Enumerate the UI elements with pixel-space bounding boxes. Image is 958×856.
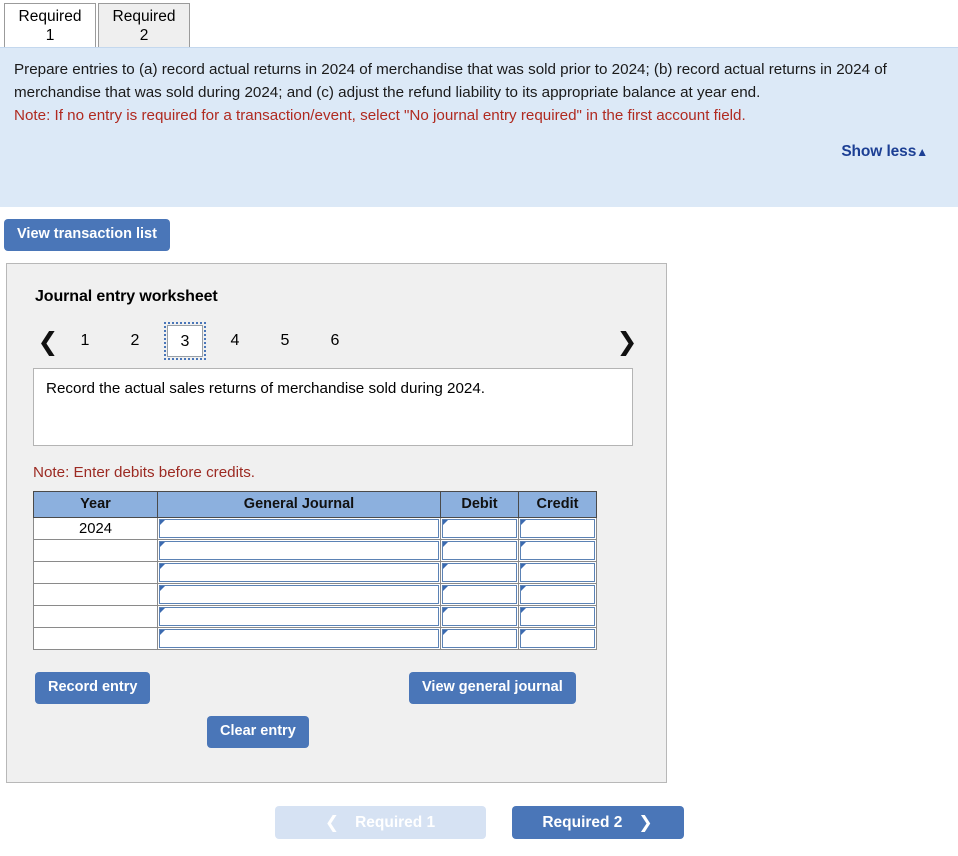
debits-before-credits-note: Note: Enter debits before credits.	[33, 464, 256, 481]
cell-debit	[440, 539, 519, 562]
pager-next-icon[interactable]: ❯	[614, 329, 640, 354]
column-header-year: Year	[33, 491, 158, 518]
cell-year	[33, 583, 158, 606]
cell-year	[33, 561, 158, 584]
cell-year: 2024	[33, 517, 158, 540]
journal-table-header-row: Year General Journal Debit Credit	[33, 491, 597, 518]
general-journal-input[interactable]	[159, 563, 439, 582]
nav-required-1-label: Required 1	[355, 813, 436, 831]
required-tab-bar: Required 1 Required 2	[0, 0, 958, 47]
pager-page-1[interactable]: 1	[67, 325, 103, 357]
tab-required-1[interactable]: Required 1	[4, 3, 96, 47]
cell-credit	[518, 583, 597, 606]
cell-credit	[518, 539, 597, 562]
debit-input[interactable]	[442, 519, 517, 538]
table-row: 2024	[33, 517, 597, 540]
credit-input[interactable]	[520, 585, 595, 604]
credit-input[interactable]	[520, 629, 595, 648]
debit-input[interactable]	[442, 629, 517, 648]
credit-input[interactable]	[520, 519, 595, 538]
general-journal-input[interactable]	[159, 585, 439, 604]
journal-entry-table: Year General Journal Debit Credit 2024	[33, 491, 597, 650]
cell-credit	[518, 561, 597, 584]
instructions-panel: Prepare entries to (a) record actual ret…	[0, 47, 958, 207]
nav-required-2-button[interactable]: Required 2 ❯	[511, 806, 684, 839]
cell-credit	[518, 517, 597, 540]
debit-input[interactable]	[442, 607, 517, 626]
caret-up-icon: ▲	[916, 144, 928, 159]
tab-required-2[interactable]: Required 2	[98, 3, 190, 47]
cell-general-journal	[157, 605, 441, 628]
table-row	[33, 627, 597, 650]
cell-debit	[440, 517, 519, 540]
view-transaction-list-button[interactable]: View transaction list	[4, 219, 170, 251]
clear-entry-button[interactable]: Clear entry	[207, 716, 309, 748]
cell-debit	[440, 627, 519, 650]
view-general-journal-button[interactable]: View general journal	[409, 672, 576, 704]
instructions-note: Note: If no entry is required for a tran…	[14, 107, 746, 124]
journal-entry-worksheet-panel: Journal entry worksheet ❮ 1 2 3 4 5 6 ❯ …	[6, 263, 667, 783]
cell-year	[33, 627, 158, 650]
cell-general-journal	[157, 561, 441, 584]
table-row	[33, 539, 597, 562]
worksheet-action-buttons: Record entry View general journal Clear …	[33, 672, 642, 756]
column-header-general-journal: General Journal	[157, 491, 441, 518]
nav-required-1-button[interactable]: ❮ Required 1	[274, 806, 486, 839]
tab-required-2-label-line2: 2	[139, 27, 149, 44]
debit-input[interactable]	[442, 585, 517, 604]
worksheet-title: Journal entry worksheet	[35, 288, 218, 305]
credit-input[interactable]	[520, 541, 595, 560]
table-row	[33, 605, 597, 628]
cell-debit	[440, 605, 519, 628]
column-header-debit: Debit	[440, 491, 519, 518]
nav-required-2-label: Required 2	[542, 813, 623, 831]
instructions-paragraph: Prepare entries to (a) record actual ret…	[14, 61, 887, 101]
show-less-row: Show less▲	[14, 143, 944, 161]
pager-page-5[interactable]: 5	[267, 325, 303, 357]
general-journal-input[interactable]	[159, 519, 439, 538]
pager-page-3[interactable]: 3	[164, 322, 206, 360]
chevron-right-icon: ❯	[638, 812, 653, 833]
cell-debit	[440, 561, 519, 584]
general-journal-input[interactable]	[159, 607, 439, 626]
credit-input[interactable]	[520, 563, 595, 582]
entry-description-box: Record the actual sales returns of merch…	[33, 368, 633, 446]
cell-general-journal	[157, 627, 441, 650]
cell-credit	[518, 605, 597, 628]
debit-input[interactable]	[442, 563, 517, 582]
pager-page-2[interactable]: 2	[117, 325, 153, 357]
cell-general-journal	[157, 539, 441, 562]
tab-required-1-label-line1: Required	[18, 8, 82, 25]
cell-general-journal	[157, 517, 441, 540]
tab-required-2-label-line1: Required	[112, 8, 176, 25]
debit-input[interactable]	[442, 541, 517, 560]
credit-input[interactable]	[520, 607, 595, 626]
general-journal-input[interactable]	[159, 629, 439, 648]
record-entry-button[interactable]: Record entry	[35, 672, 151, 704]
cell-credit	[518, 627, 597, 650]
cell-general-journal	[157, 583, 441, 606]
tab-required-1-label-line2: 1	[45, 27, 55, 44]
pager-prev-icon[interactable]: ❮	[35, 329, 61, 354]
table-row	[33, 583, 597, 606]
pager-page-4[interactable]: 4	[217, 325, 253, 357]
worksheet-pager: ❮ 1 2 3 4 5 6 ❯	[33, 322, 642, 360]
pager-page-list: 1 2 3 4 5 6	[67, 322, 614, 360]
table-row	[33, 561, 597, 584]
general-journal-input[interactable]	[159, 541, 439, 560]
show-less-label: Show less	[841, 142, 917, 160]
cell-debit	[440, 583, 519, 606]
bottom-navigation: ❮ Required 1 Required 2 ❯	[0, 806, 958, 839]
column-header-credit: Credit	[518, 491, 597, 518]
view-transaction-list-row: View transaction list	[0, 207, 958, 251]
show-less-toggle[interactable]: Show less▲	[841, 143, 928, 160]
cell-year	[33, 539, 158, 562]
chevron-left-icon: ❮	[324, 812, 340, 833]
cell-year	[33, 605, 158, 628]
pager-page-6[interactable]: 6	[317, 325, 353, 357]
